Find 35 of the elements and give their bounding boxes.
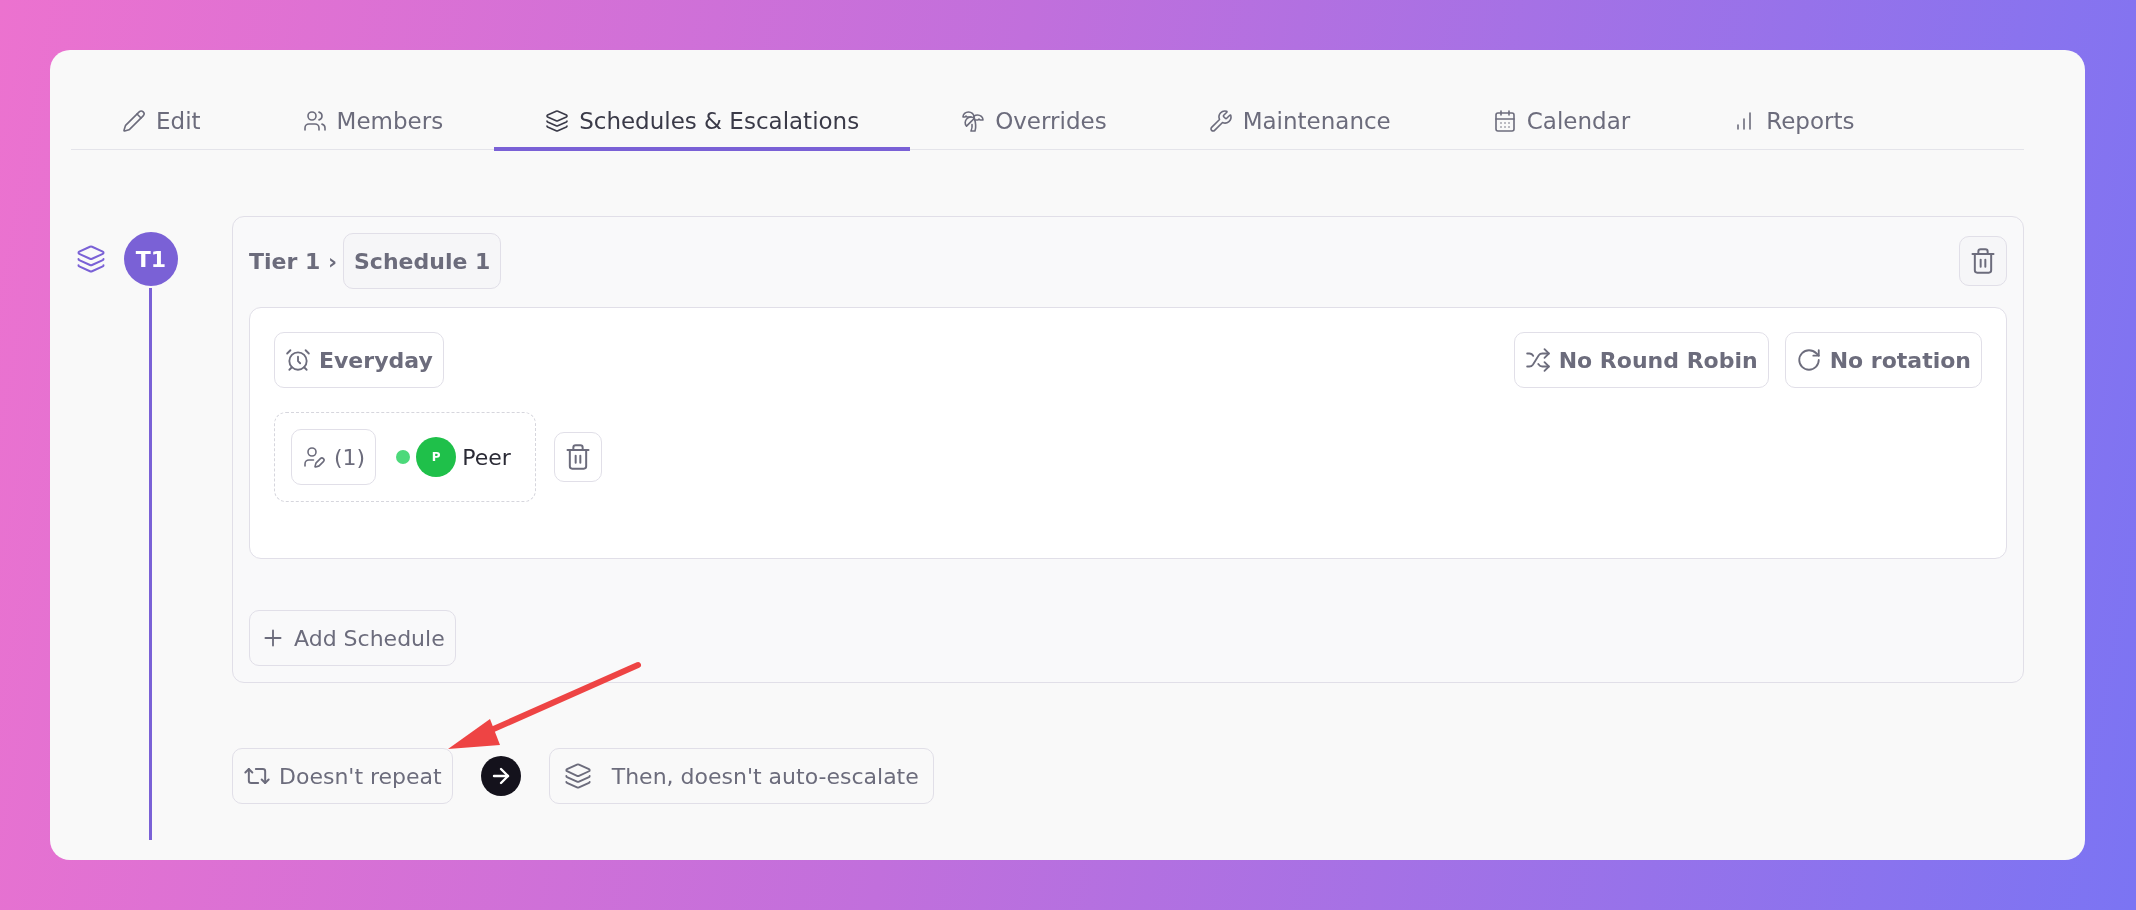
tab[interactable]: Reports: [1681, 95, 1906, 151]
alarm-clock-icon: [285, 347, 311, 373]
tab[interactable]: Schedules & Escalations: [494, 95, 911, 151]
responder-count-button[interactable]: (1): [291, 429, 377, 485]
tab[interactable]: Members: [251, 95, 495, 151]
arrow-right-icon: [480, 756, 521, 796]
shuffle-icon: [1524, 347, 1551, 373]
calendar-icon: [1492, 109, 1517, 133]
layers-icon: [545, 109, 570, 133]
delete-button[interactable]: [553, 432, 602, 482]
delete-button[interactable]: [1959, 236, 2007, 286]
rotation-button[interactable]: No rotation: [1784, 332, 1982, 388]
add-schedule-button[interactable]: Add Schedule: [249, 610, 456, 666]
schedule-name-button[interactable]: Schedule 1: [343, 233, 502, 289]
escalation-button[interactable]: Then, doesn't auto-escalate: [548, 748, 934, 804]
pencil-icon: [122, 109, 146, 133]
palm-tree-icon: [961, 109, 986, 133]
days-button[interactable]: Everyday: [274, 332, 444, 388]
tab[interactable]: Overrides: [910, 95, 1158, 151]
avatar: P: [416, 437, 457, 477]
tab[interactable]: Maintenance: [1157, 95, 1442, 151]
tab[interactable]: Edit: [71, 95, 252, 151]
tier-badge: T1: [124, 232, 178, 286]
rotate-icon: [1795, 347, 1822, 373]
user-pen-icon: [302, 445, 326, 469]
repeat-button[interactable]: Doesn't repeat: [232, 748, 453, 804]
round-robin-button[interactable]: No Round Robin: [1513, 332, 1769, 388]
layers-icon: [76, 244, 106, 274]
wrench-icon: [1208, 109, 1233, 133]
member-name: Peer: [462, 444, 511, 470]
users-icon: [302, 109, 327, 133]
layers-icon: [563, 762, 592, 790]
trash-icon: [1969, 247, 1997, 275]
tab[interactable]: Calendar: [1441, 95, 1682, 151]
breadcrumb: Tier 1 ›: [249, 248, 337, 274]
